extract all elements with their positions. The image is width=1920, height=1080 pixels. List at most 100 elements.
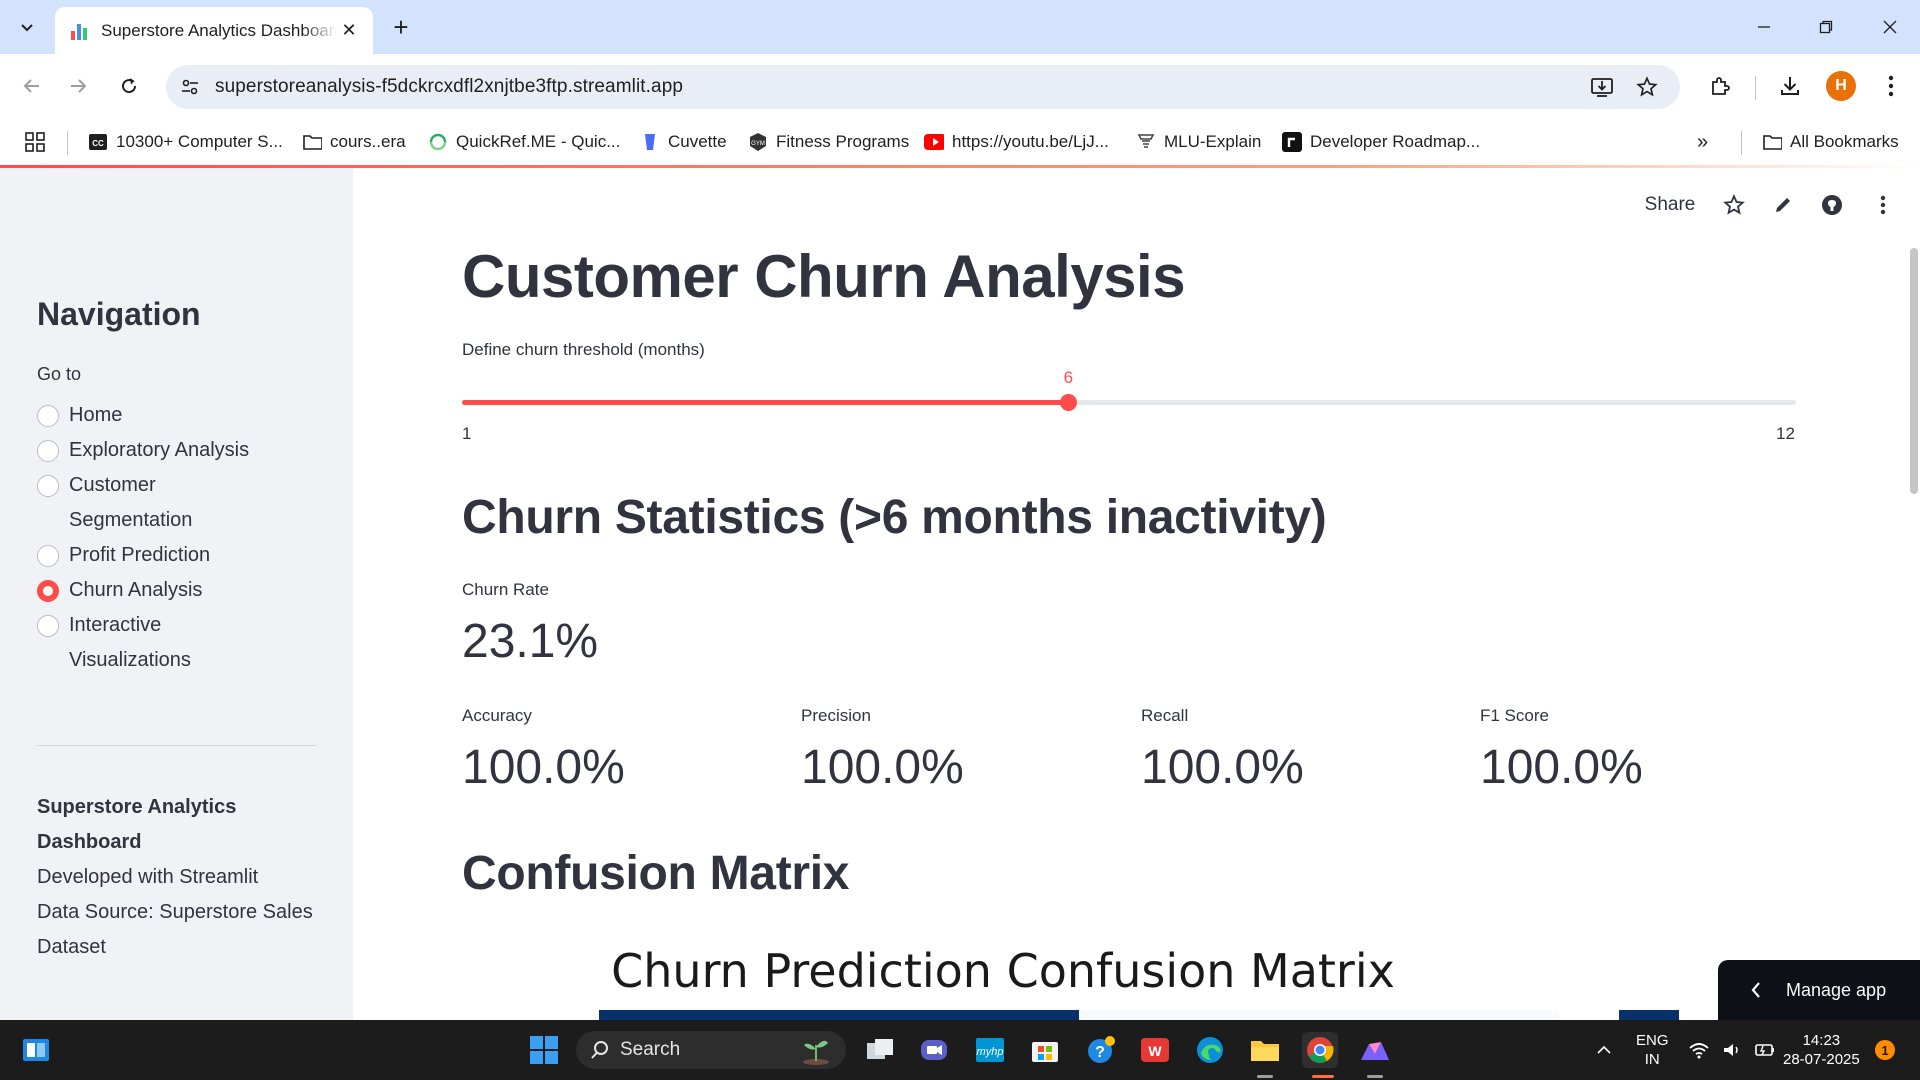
scrollbar-thumb[interactable]: [1910, 248, 1918, 494]
back-button[interactable]: [14, 68, 50, 104]
volume-icon: [1724, 1044, 1738, 1056]
bookmark-item[interactable]: MLU-Explain: [1136, 128, 1261, 156]
all-bookmarks-button[interactable]: All Bookmarks: [1762, 128, 1899, 156]
folder-icon: [1762, 132, 1782, 152]
sidebar-footer-source: Data Source: Superstore Sales: [37, 901, 313, 923]
close-tab-icon[interactable]: ✕: [337, 19, 361, 43]
gym-icon: GYM: [748, 132, 768, 152]
star-icon[interactable]: [1719, 190, 1749, 220]
nav-radio-profit-prediction[interactable]: Profit Prediction: [37, 538, 210, 573]
confusion-matrix-cell: [1079, 1010, 1559, 1020]
system-tray-icons[interactable]: [1688, 1020, 1776, 1080]
radio-button[interactable]: [37, 405, 59, 427]
myhp-icon[interactable]: myhp: [972, 1032, 1008, 1068]
site-settings-icon[interactable]: [178, 75, 202, 99]
chevron-down-icon: [21, 24, 33, 32]
tab-title: Superstore Analytics Dashboard: [101, 20, 337, 40]
running-indicator: [1257, 1075, 1273, 1078]
sidebar-footer-title-line2: Dashboard: [37, 831, 142, 853]
slider-label: Define churn threshold (months): [462, 340, 705, 359]
microsoft-store-icon[interactable]: [1027, 1032, 1063, 1068]
share-button[interactable]: Share: [1642, 190, 1698, 220]
chevron-left-icon: [1751, 982, 1760, 998]
confusion-matrix-heading: Confusion Matrix: [462, 847, 850, 900]
chrome-menu-icon[interactable]: [1876, 71, 1906, 101]
nav-radio-customer-segmentation[interactable]: Customer Segmentation: [37, 468, 237, 538]
radio-button[interactable]: [37, 545, 59, 567]
language-indicator[interactable]: ENG IN: [1636, 1020, 1669, 1080]
more-bookmarks-button[interactable]: »: [1697, 128, 1708, 156]
churn-rate-label: Churn Rate: [462, 580, 549, 599]
widgets-icon[interactable]: [18, 1032, 54, 1068]
bookmark-item[interactable]: Cuvette: [640, 128, 727, 156]
downloads-icon[interactable]: [1775, 71, 1805, 101]
address-bar[interactable]: superstoreanalysis-f5dckrcxdfl2xnjtbe3ft…: [166, 65, 1680, 109]
teams-chat-icon[interactable]: [916, 1032, 952, 1068]
radio-button[interactable]: [37, 615, 59, 637]
taskbar-search[interactable]: Search: [576, 1031, 846, 1069]
browser-toolbar: superstoreanalysis-f5dckrcxdfl2xnjtbe3ft…: [0, 54, 1920, 118]
extensions-puzzle-icon[interactable]: [1705, 71, 1735, 101]
slider-thumb[interactable]: [1060, 394, 1078, 411]
active-tab[interactable]: Superstore Analytics Dashboard ✕: [55, 7, 373, 54]
start-windows-icon[interactable]: [526, 1032, 562, 1068]
bookmark-item[interactable]: cours..era: [302, 128, 406, 156]
nav-radio-interactive-visualizations[interactable]: Interactive Visualizations: [37, 608, 237, 678]
slider-min-label: 1: [462, 424, 472, 443]
youtube-icon: [924, 132, 944, 152]
edge-browser-icon[interactable]: [1192, 1032, 1228, 1068]
sidebar-footer-title: Superstore Analytics: [37, 796, 237, 818]
churn-threshold-slider[interactable]: [462, 394, 1796, 411]
restore-icon[interactable]: [1806, 10, 1846, 44]
bookmark-item[interactable]: https://youtu.be/LjJ...: [924, 128, 1109, 156]
nav-radio-exploratory-analysis[interactable]: Exploratory Analysis: [37, 433, 249, 468]
notification-badge[interactable]: 1: [1875, 1040, 1895, 1060]
svg-text:CC: CC: [92, 139, 104, 148]
metric-value-precision: 100.0%: [801, 741, 964, 794]
github-icon[interactable]: [1817, 190, 1847, 220]
colorbar: [1619, 1010, 1679, 1020]
apps-grid-button[interactable]: [24, 128, 46, 156]
chevron-up-icon: [1597, 1045, 1611, 1054]
show-hidden-icons[interactable]: [1596, 1020, 1612, 1080]
wps-office-icon[interactable]: W: [1137, 1032, 1173, 1068]
chrome-icon[interactable]: [1302, 1032, 1338, 1068]
minimize-icon[interactable]: [1744, 10, 1784, 44]
forward-button[interactable]: [60, 68, 96, 104]
mlu-icon: [1136, 132, 1156, 152]
apps-grid-icon: [25, 132, 45, 152]
nav-radio-home[interactable]: Home: [37, 398, 122, 433]
clock[interactable]: 14:23 28-07-2025: [1783, 1020, 1860, 1080]
toolbar-separator: [1755, 76, 1756, 100]
running-indicator: [1367, 1075, 1383, 1078]
churn-statistics-heading: Churn Statistics (>6 months inactivity): [462, 491, 1327, 544]
copilot-app-icon[interactable]: [1357, 1032, 1393, 1068]
file-explorer-icon[interactable]: [1247, 1032, 1283, 1068]
wifi-icon: [1689, 1043, 1709, 1059]
metric-label-f1: F1 Score: [1480, 706, 1549, 725]
bookmark-item[interactable]: Developer Roadmap...: [1282, 128, 1480, 156]
radio-button[interactable]: [37, 475, 59, 497]
task-view-icon[interactable]: [862, 1032, 898, 1068]
radio-button[interactable]: [37, 440, 59, 462]
reload-button[interactable]: [111, 68, 147, 104]
bookmark-item[interactable]: CC 10300+ Computer S...: [88, 128, 283, 156]
edit-pencil-icon[interactable]: [1768, 190, 1798, 220]
new-tab-button[interactable]: +: [386, 12, 416, 42]
get-help-icon[interactable]: ?: [1083, 1032, 1119, 1068]
bookmark-item[interactable]: QuickRef.ME - Quic...: [428, 128, 620, 156]
arrow-left-icon: [23, 79, 39, 93]
bookmark-star-icon[interactable]: [1635, 75, 1659, 99]
svg-text:?: ?: [1095, 1044, 1105, 1061]
tab-search-button[interactable]: [10, 10, 44, 44]
manage-app-button[interactable]: Manage app: [1718, 960, 1920, 1020]
profile-avatar[interactable]: H: [1826, 71, 1856, 101]
bookmark-item[interactable]: GYM Fitness Programs: [748, 128, 909, 156]
folder-icon: [302, 132, 322, 152]
radio-button-selected[interactable]: [37, 580, 59, 602]
close-window-icon[interactable]: [1870, 10, 1910, 44]
main-menu-icon[interactable]: [1868, 190, 1898, 220]
install-app-icon[interactable]: [1590, 75, 1614, 99]
arrow-right-icon: [71, 79, 87, 93]
nav-radio-churn-analysis[interactable]: Churn Analysis: [37, 573, 202, 608]
